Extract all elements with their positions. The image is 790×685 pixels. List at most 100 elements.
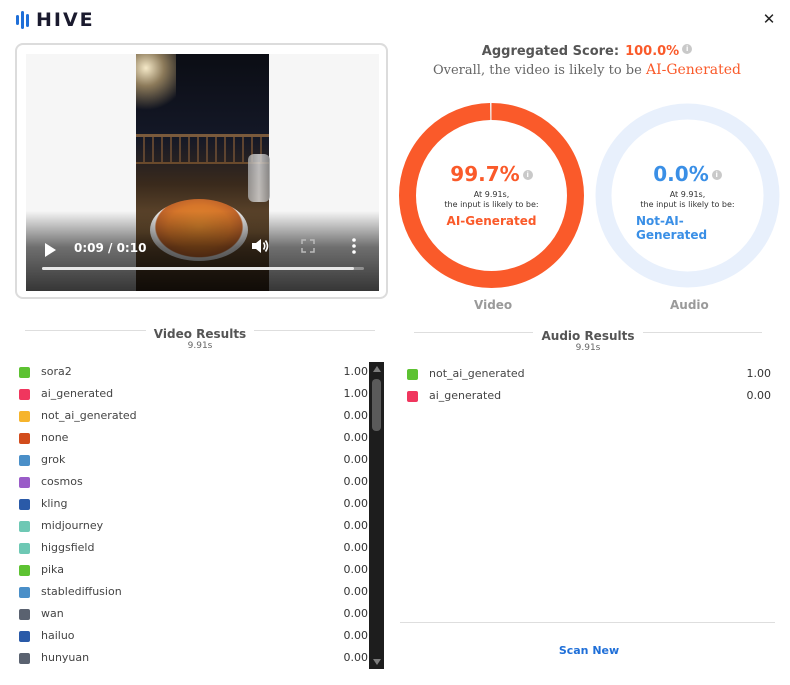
video-progress-bar[interactable]	[42, 267, 364, 270]
result-value: 0.00	[343, 519, 369, 532]
list-item[interactable]: cosmos 0.00	[19, 472, 368, 494]
list-item[interactable]: grok 0.00	[19, 450, 368, 472]
audio-results-title: Audio Results	[533, 329, 643, 343]
color-swatch	[407, 369, 418, 380]
close-icon[interactable]: ✕	[762, 11, 776, 27]
result-label: not_ai_generated	[429, 367, 525, 380]
color-swatch	[19, 499, 30, 510]
more-vertical-icon[interactable]	[351, 237, 357, 255]
video-at-time: At 9.91s,	[473, 190, 510, 199]
result-value: 0.00	[343, 585, 369, 598]
video-verdict: AI-Generated	[446, 214, 537, 228]
audio-verdict-line2: Generated	[636, 228, 708, 242]
result-label: not_ai_generated	[41, 409, 137, 422]
aggregated-score-value: 100.0%	[625, 44, 680, 59]
list-item[interactable]: sora2 1.00	[19, 362, 368, 384]
result-value: 1.00	[343, 387, 369, 400]
list-item[interactable]: kling 0.00	[19, 494, 368, 516]
color-swatch	[19, 433, 30, 444]
video-results-time: 9.91s	[187, 341, 213, 351]
hive-logo: HIVE	[16, 9, 95, 31]
result-label: cosmos	[41, 475, 83, 488]
audio-panel-divider	[400, 622, 775, 623]
list-item[interactable]: not_ai_generated 1.00	[407, 364, 771, 386]
list-item[interactable]: not_ai_generated 0.00	[19, 406, 368, 428]
result-value: 0.00	[746, 389, 772, 402]
scrollbar-thumb[interactable]	[372, 379, 381, 431]
aggregated-score: Aggregated Score: 100.0% i Overall, the vi…	[398, 44, 776, 78]
color-swatch	[19, 521, 30, 532]
result-value: 0.00	[343, 629, 369, 642]
video-results-list: sora2 1.00 ai_generated 1.00 not_ai_genera…	[19, 362, 368, 669]
list-item[interactable]: higgsfield 0.00	[19, 538, 368, 560]
audio-score-donut: 0.0% i At 9.91s, the input is likely to b…	[594, 102, 781, 289]
color-swatch	[407, 391, 418, 402]
result-label: midjourney	[41, 519, 104, 532]
color-swatch	[19, 653, 30, 664]
video-player[interactable]: 0:09 / 0:10	[26, 54, 379, 291]
color-swatch	[19, 565, 30, 576]
audio-results-time: 9.91s	[575, 343, 601, 353]
video-results-scrollbar[interactable]	[369, 362, 384, 669]
result-value: 0.00	[343, 563, 369, 576]
color-swatch	[19, 609, 30, 620]
audio-info-icon[interactable]: i	[711, 170, 722, 180]
overall-verdict: AI-Generated	[645, 62, 742, 78]
result-label: pika	[41, 563, 64, 576]
result-value: 0.00	[343, 651, 369, 664]
video-info-icon[interactable]: i	[522, 170, 533, 180]
list-item[interactable]: ai_generated 1.00	[19, 384, 368, 406]
result-label: kling	[41, 497, 68, 510]
scroll-down-arrow-icon[interactable]	[373, 659, 381, 665]
play-icon[interactable]	[45, 243, 56, 257]
scan-new-button[interactable]: Scan New	[540, 644, 638, 657]
result-value: 0.00	[343, 431, 369, 444]
color-swatch	[19, 543, 30, 554]
list-item[interactable]: pika 0.00	[19, 560, 368, 582]
color-swatch	[19, 477, 30, 488]
overall-prefix: Overall, the video is likely to be	[432, 63, 642, 78]
result-value: 0.00	[343, 497, 369, 510]
video-at-caption: the input is likely to be:	[444, 200, 539, 209]
volume-icon[interactable]	[251, 238, 269, 254]
result-value: 0.00	[343, 607, 369, 620]
video-progress-fill	[42, 267, 355, 270]
result-label: ai_generated	[429, 389, 502, 402]
result-label: stablediffusion	[41, 585, 122, 598]
list-item[interactable]: none 0.00	[19, 428, 368, 450]
list-item[interactable]: stablediffusion 0.00	[19, 582, 368, 604]
audio-donut-label: Audio	[670, 298, 709, 312]
audio-at-time: At 9.91s,	[669, 190, 706, 199]
result-value: 0.00	[343, 453, 369, 466]
video-score-donut: 99.7% i At 9.91s, the input is likely to …	[398, 102, 585, 289]
video-time: 0:09 / 0:10	[74, 241, 147, 255]
color-swatch	[19, 411, 30, 422]
result-label: wan	[41, 607, 64, 620]
list-item[interactable]: wan 0.00	[19, 604, 368, 626]
color-swatch	[19, 587, 30, 598]
result-label: hailuo	[41, 629, 75, 642]
audio-verdict-line1: Not-AI-	[636, 214, 684, 228]
brand-name: HIVE	[36, 9, 95, 31]
video-score-percent: 99.7%	[450, 162, 520, 186]
result-value: 1.00	[343, 365, 369, 378]
video-results-header: Video Results	[25, 323, 375, 342]
video-donut-label: Video	[474, 298, 513, 312]
result-label: ai_generated	[41, 387, 114, 400]
result-value: 0.00	[343, 475, 369, 488]
fullscreen-icon[interactable]	[301, 239, 315, 253]
list-item[interactable]: hailuo 0.00	[19, 626, 368, 648]
list-item[interactable]: hunyuan 0.00	[19, 648, 368, 670]
list-item[interactable]: ai_generated 0.00	[407, 386, 771, 408]
result-label: sora2	[41, 365, 72, 378]
color-swatch	[19, 389, 30, 400]
aggregated-score-label: Aggregated Score:	[481, 44, 620, 59]
result-value: 1.00	[746, 367, 772, 380]
list-item[interactable]: midjourney 0.00	[19, 516, 368, 538]
result-label: higgsfield	[41, 541, 95, 554]
info-icon[interactable]: i	[682, 44, 693, 54]
audio-results-header: Audio Results	[414, 325, 762, 344]
hive-logo-icon	[16, 10, 29, 30]
video-player-card: 0:09 / 0:10	[15, 43, 388, 299]
scroll-up-arrow-icon[interactable]	[373, 366, 381, 372]
